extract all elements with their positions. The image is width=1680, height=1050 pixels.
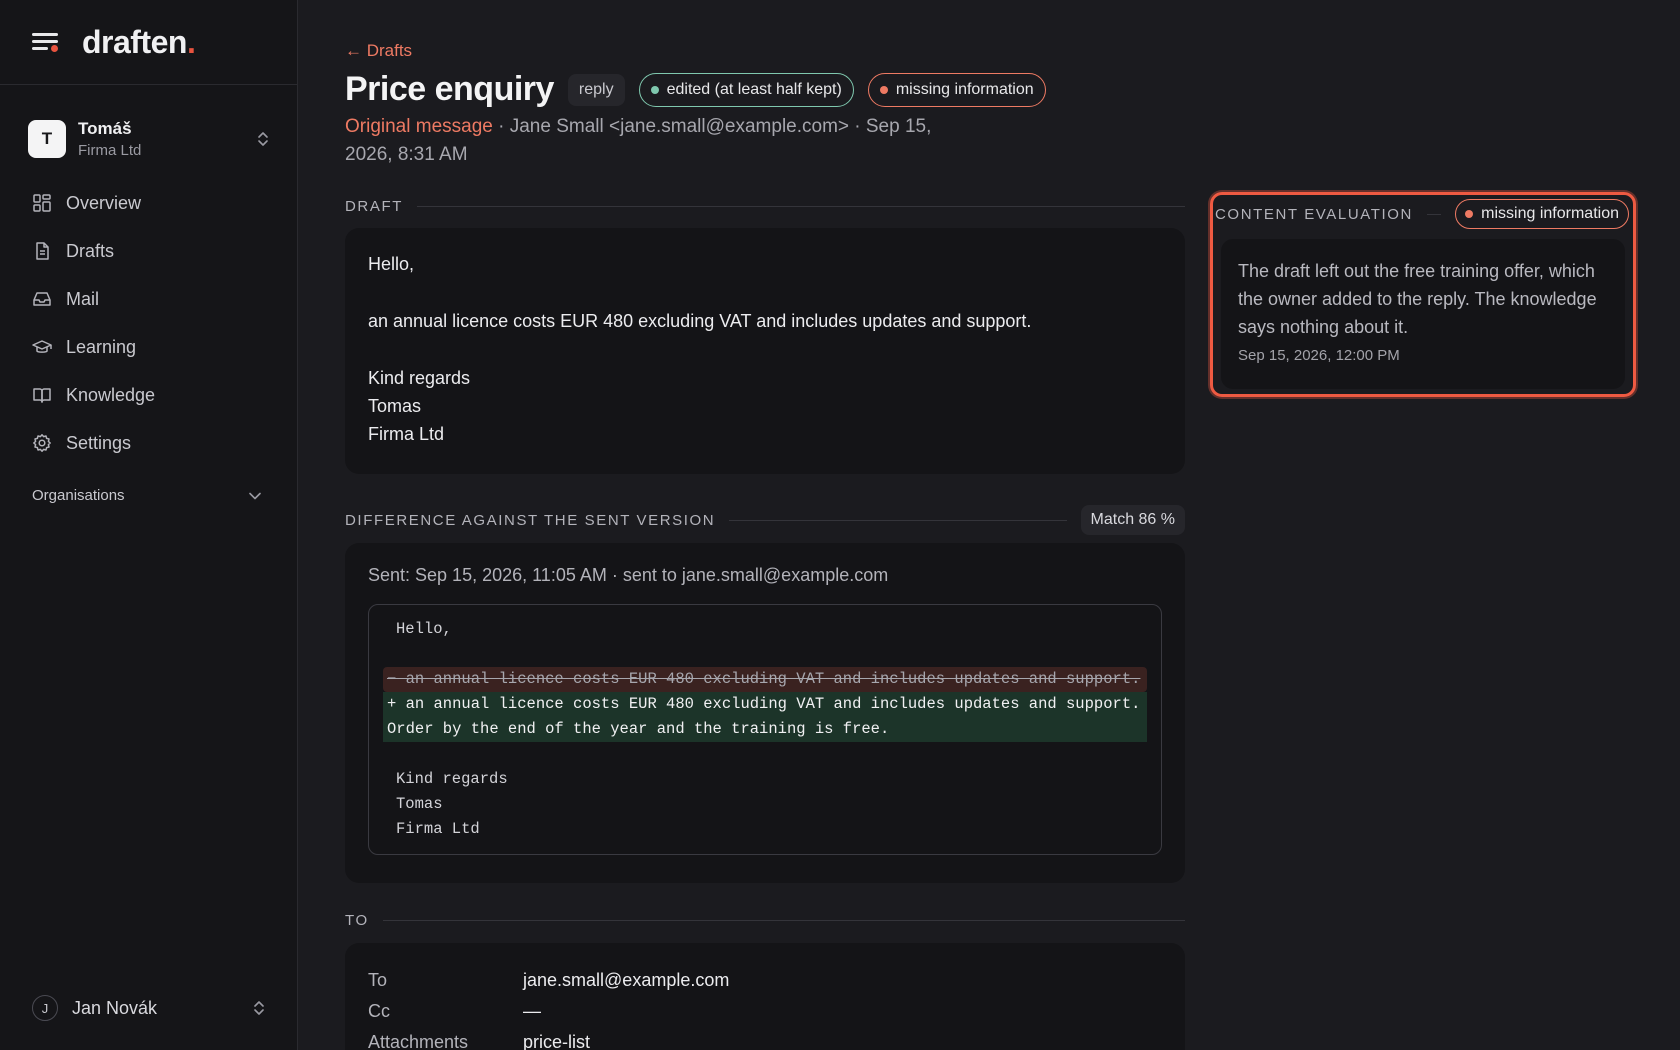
- sidebar-item-label: Learning: [66, 336, 137, 357]
- user-avatar: J: [32, 995, 58, 1021]
- to-value: jane.small@example.com: [523, 970, 730, 990]
- draft-closing: Kind regards: [368, 368, 471, 388]
- sidebar-item-label: Settings: [66, 432, 132, 453]
- draft-sign-company: Firma Ltd: [368, 424, 445, 444]
- chevron-down-icon: [249, 487, 261, 504]
- draft-sign-name: Tomas: [368, 396, 422, 416]
- sidebar-item-mail[interactable]: Mail: [16, 275, 281, 323]
- evaluation-status-badge: missing information: [1455, 199, 1629, 229]
- title-row: Price enquiry reply edited (at least hal…: [345, 70, 1046, 109]
- cc-value: —: [523, 1001, 541, 1021]
- gear-icon: [32, 433, 52, 453]
- chevron-up-down-icon: [253, 999, 265, 1017]
- to-section-header: TO: [345, 912, 1185, 929]
- menu-icon[interactable]: [32, 30, 60, 54]
- cc-row: Cc —: [368, 1001, 541, 1021]
- sidebar-nav: Overview Drafts Mail Learning Knowledge: [0, 179, 297, 467]
- grid-icon: [32, 193, 52, 213]
- diff-line: Tomas: [396, 795, 443, 813]
- diff-section-header: DIFFERENCE AGAINST THE SENT VERSION Matc…: [345, 505, 1185, 535]
- evaluation-timestamp: Sep 15, 2026, 12:00 PM: [1238, 347, 1400, 364]
- back-to-drafts-link[interactable]: ← Drafts: [345, 41, 412, 61]
- graduation-cap-icon: [32, 337, 52, 357]
- content-status-badge: missing information: [867, 72, 1046, 107]
- organisations-label: Organisations: [32, 486, 125, 504]
- sidebar-item-label: Mail: [66, 288, 100, 309]
- document-icon: [32, 241, 52, 261]
- diff-line: Hello,: [396, 620, 452, 638]
- draft-section-header: DRAFT: [345, 198, 1185, 215]
- diff-card: Sent: Sep 15, 2026, 11:05 AM · sent to j…: [345, 543, 1185, 883]
- sidebar-item-overview[interactable]: Overview: [16, 179, 281, 227]
- sent-info: Sent: Sep 15, 2026, 11:05 AM · sent to j…: [368, 565, 889, 585]
- inbox-icon: [32, 289, 52, 309]
- chevron-up-down-icon: [257, 130, 269, 148]
- status-dot-icon: [879, 85, 888, 94]
- sidebar-item-learning[interactable]: Learning: [16, 323, 281, 371]
- to-row: To jane.small@example.com: [368, 970, 730, 990]
- diff-line-removed: − an annual licence costs EUR 480 exclud…: [383, 667, 1147, 692]
- brand-header: draften.: [0, 0, 297, 85]
- org-subtitle: Firma Ltd: [78, 142, 142, 159]
- draft-greeting: Hello,: [368, 254, 415, 274]
- diff-line: Kind regards: [396, 770, 508, 788]
- sidebar-item-label: Knowledge: [66, 384, 156, 405]
- sidebar-item-label: Drafts: [66, 240, 115, 261]
- sidebar-item-knowledge[interactable]: Knowledge: [16, 371, 281, 419]
- diff-line: [383, 742, 1147, 767]
- org-switcher[interactable]: T Tomáš Firma Ltd: [0, 117, 297, 161]
- diff-view: Hello, − an annual licence costs EUR 480…: [368, 604, 1162, 855]
- book-icon: [32, 385, 52, 405]
- recipients-card: To jane.small@example.com Cc — Attachmen…: [345, 943, 1185, 1050]
- message-meta: Original message · Jane Small <jane.smal…: [345, 113, 965, 169]
- evaluation-card: The draft left out the free training off…: [1221, 239, 1625, 389]
- sidebar-item-settings[interactable]: Settings: [16, 419, 281, 467]
- edit-status-badge: edited (at least half kept): [638, 72, 854, 107]
- draft-card: Hello, an annual licence costs EUR 480 e…: [345, 228, 1185, 474]
- status-dot-icon: [1465, 210, 1474, 218]
- sidebar: draften. T Tomáš Firma Ltd Overview Draf…: [0, 0, 298, 1050]
- organisations-toggle[interactable]: Organisations: [0, 477, 297, 513]
- page-title: Price enquiry: [345, 70, 554, 108]
- brand-logo[interactable]: draften.: [82, 24, 196, 61]
- sidebar-item-drafts[interactable]: Drafts: [16, 227, 281, 275]
- user-menu[interactable]: J Jan Novák: [32, 992, 265, 1024]
- sidebar-item-label: Overview: [66, 192, 142, 213]
- match-badge: Match 86 %: [1080, 505, 1185, 535]
- content-evaluation-panel: CONTENT EVALUATION missing information T…: [1210, 192, 1636, 397]
- type-badge: reply: [567, 73, 625, 106]
- attachment-link[interactable]: price-list: [523, 1032, 590, 1050]
- evaluation-header: CONTENT EVALUATION missing information: [1215, 199, 1629, 229]
- status-dot-icon: [650, 85, 659, 94]
- original-message-link[interactable]: Original message: [345, 116, 493, 137]
- diff-line: Firma Ltd: [396, 820, 480, 838]
- org-name: Tomáš: [78, 119, 132, 138]
- user-name: Jan Novák: [72, 997, 158, 1018]
- org-avatar: T: [28, 120, 66, 158]
- draft-body: an annual licence costs EUR 480 excludin…: [368, 311, 1032, 331]
- diff-line-added: + an annual licence costs EUR 480 exclud…: [383, 692, 1147, 742]
- diff-line: [383, 642, 1147, 667]
- evaluation-text: The draft left out the free training off…: [1238, 261, 1597, 337]
- attachments-row: Attachments price-list: [368, 1027, 1162, 1050]
